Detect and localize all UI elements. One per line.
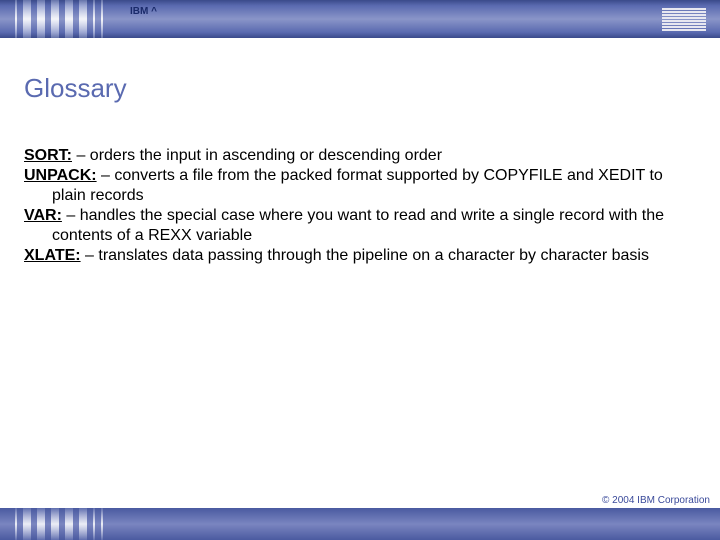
stripe	[37, 0, 45, 38]
glossary-desc: – handles the special case where you wan…	[52, 207, 664, 244]
glossary-desc: – translates data passing through the pi…	[81, 247, 649, 264]
glossary-term: UNPACK:	[24, 167, 97, 184]
footer-bar	[0, 508, 720, 540]
stripe	[23, 0, 31, 38]
stripe	[65, 508, 73, 540]
stripe	[23, 508, 31, 540]
header-stripes	[15, 0, 125, 38]
stripe	[79, 0, 87, 38]
stripe	[79, 508, 87, 540]
glossary-entry: XLATE: – translates data passing through…	[24, 246, 696, 266]
copyright-text: © 2004 IBM Corporation	[602, 495, 710, 506]
stripe	[15, 508, 17, 540]
glossary-entry: VAR: – handles the special case where yo…	[24, 206, 696, 246]
stripe	[101, 508, 103, 540]
stripe	[15, 0, 17, 38]
stripe	[37, 508, 45, 540]
stripe	[93, 0, 95, 38]
stripe	[93, 508, 95, 540]
glossary-term: SORT:	[24, 147, 72, 164]
glossary-entries: SORT: – orders the input in ascending or…	[24, 146, 696, 266]
glossary-term: VAR:	[24, 207, 62, 224]
glossary-entry: UNPACK: – converts a file from the packe…	[24, 166, 696, 206]
stripe	[101, 0, 103, 38]
stripe	[51, 508, 59, 540]
header-bar: IBM ^	[0, 0, 720, 38]
page-title: Glossary	[24, 73, 696, 104]
header-label: IBM ^	[130, 6, 157, 17]
glossary-desc: – orders the input in ascending or desce…	[72, 147, 442, 164]
footer-stripes	[15, 508, 125, 540]
stripe	[51, 0, 59, 38]
ibm-logo-icon	[662, 8, 706, 31]
content-area: Glossary SORT: – orders the input in asc…	[0, 38, 720, 266]
glossary-entry: SORT: – orders the input in ascending or…	[24, 146, 696, 166]
glossary-term: XLATE:	[24, 247, 81, 264]
stripe	[65, 0, 73, 38]
glossary-desc: – converts a file from the packed format…	[52, 167, 663, 204]
